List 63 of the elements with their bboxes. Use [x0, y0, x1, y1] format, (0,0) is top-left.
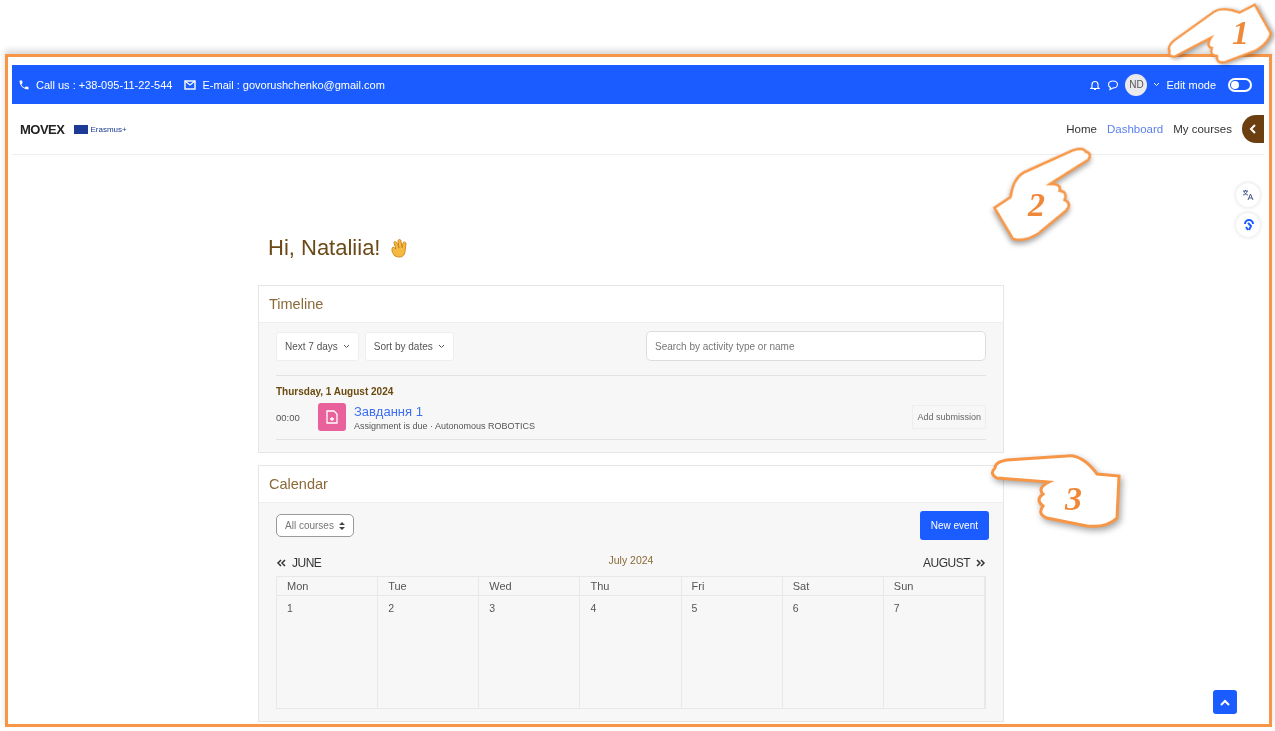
next-month-link[interactable]: AUGUST: [923, 556, 986, 570]
edit-mode-label: Edit mode: [1166, 78, 1216, 91]
filter-dropdown[interactable]: Sort by dates: [364, 331, 454, 361]
nav-link[interactable]: My courses: [1173, 123, 1232, 135]
weekday-header: Fri: [681, 577, 783, 596]
double-chevron-right-icon: [976, 559, 986, 567]
callout-number: 2: [1028, 188, 1045, 222]
filter-dropdown[interactable]: Next 7 days: [276, 331, 359, 361]
search-field[interactable]: Search by activity type or name: [646, 331, 986, 361]
nav-link[interactable]: Dashboard: [1106, 123, 1164, 135]
day-cell[interactable]: 2: [378, 596, 480, 708]
new-event-button[interactable]: New event: [919, 511, 989, 540]
course-select[interactable]: All courses: [276, 514, 354, 537]
weekday-header: Thu: [580, 577, 682, 596]
day-cell[interactable]: 1: [277, 596, 379, 708]
double-chevron-left-icon: [276, 559, 286, 567]
caret-icon: [342, 343, 350, 349]
accessibility-button[interactable]: [1236, 213, 1260, 237]
weekday-header: Wed: [479, 577, 581, 596]
weekday-header: Tue: [378, 577, 480, 596]
caret-icon: [1153, 82, 1161, 87]
nav-link[interactable]: Home: [1066, 123, 1097, 135]
sort-caret-icon: [338, 521, 345, 530]
month-title: July 2024: [608, 554, 654, 566]
bell-icon[interactable]: [1089, 78, 1102, 91]
day-cell[interactable]: 3: [479, 596, 581, 708]
date-heading: Thursday, 1 August 2024: [276, 386, 395, 397]
callout-number: 3: [1065, 482, 1082, 516]
edit-mode-toggle[interactable]: [1228, 77, 1252, 92]
partner-logo-text: Erasmus+: [90, 124, 127, 134]
accessibility-icon: [1241, 218, 1255, 232]
event-time: 00:00: [276, 411, 301, 423]
event-subtitle: Assignment is due · Autonomous ROBOTICS: [354, 420, 536, 431]
card-title: Calendar: [259, 466, 1003, 503]
translate-button[interactable]: [1236, 183, 1260, 207]
scroll-to-top-button[interactable]: [1213, 690, 1237, 714]
card-title: Timeline: [259, 286, 1003, 323]
flag-icon: [74, 124, 89, 134]
phone-text: Call us : +38-095-11-22-544: [36, 78, 173, 91]
translate-icon: [1242, 189, 1254, 201]
assignment-icon: [318, 403, 346, 431]
caret-icon: [437, 343, 445, 349]
drawer-toggle-button[interactable]: [1242, 115, 1264, 143]
day-cell[interactable]: 6: [782, 596, 884, 708]
weekday-header: Sat: [782, 577, 884, 596]
chat-icon[interactable]: [1107, 78, 1120, 91]
weekday-header: Mon: [277, 577, 379, 596]
callout-number: 1: [1232, 16, 1249, 50]
chevron-up-icon: [1220, 698, 1230, 706]
event-link[interactable]: Завдання 1: [354, 403, 536, 419]
site-logo[interactable]: MOVEX: [20, 121, 65, 137]
weekday-header: Sun: [883, 577, 985, 596]
greeting-heading: Hi, Nataliia!: [268, 235, 381, 261]
chevron-left-icon: [1249, 124, 1257, 134]
phone-icon: [18, 78, 30, 91]
mail-icon: [184, 79, 197, 90]
day-cell[interactable]: 4: [580, 596, 682, 708]
user-avatar[interactable]: ND: [1125, 73, 1148, 96]
add-submission-button[interactable]: Add submission: [912, 405, 986, 429]
email-text: E-mail : govorushchenko@gmail.com: [202, 78, 385, 91]
day-cell[interactable]: 7: [883, 596, 985, 708]
previous-month-link[interactable]: JUNE: [276, 556, 322, 570]
day-cell[interactable]: 5: [681, 596, 783, 708]
